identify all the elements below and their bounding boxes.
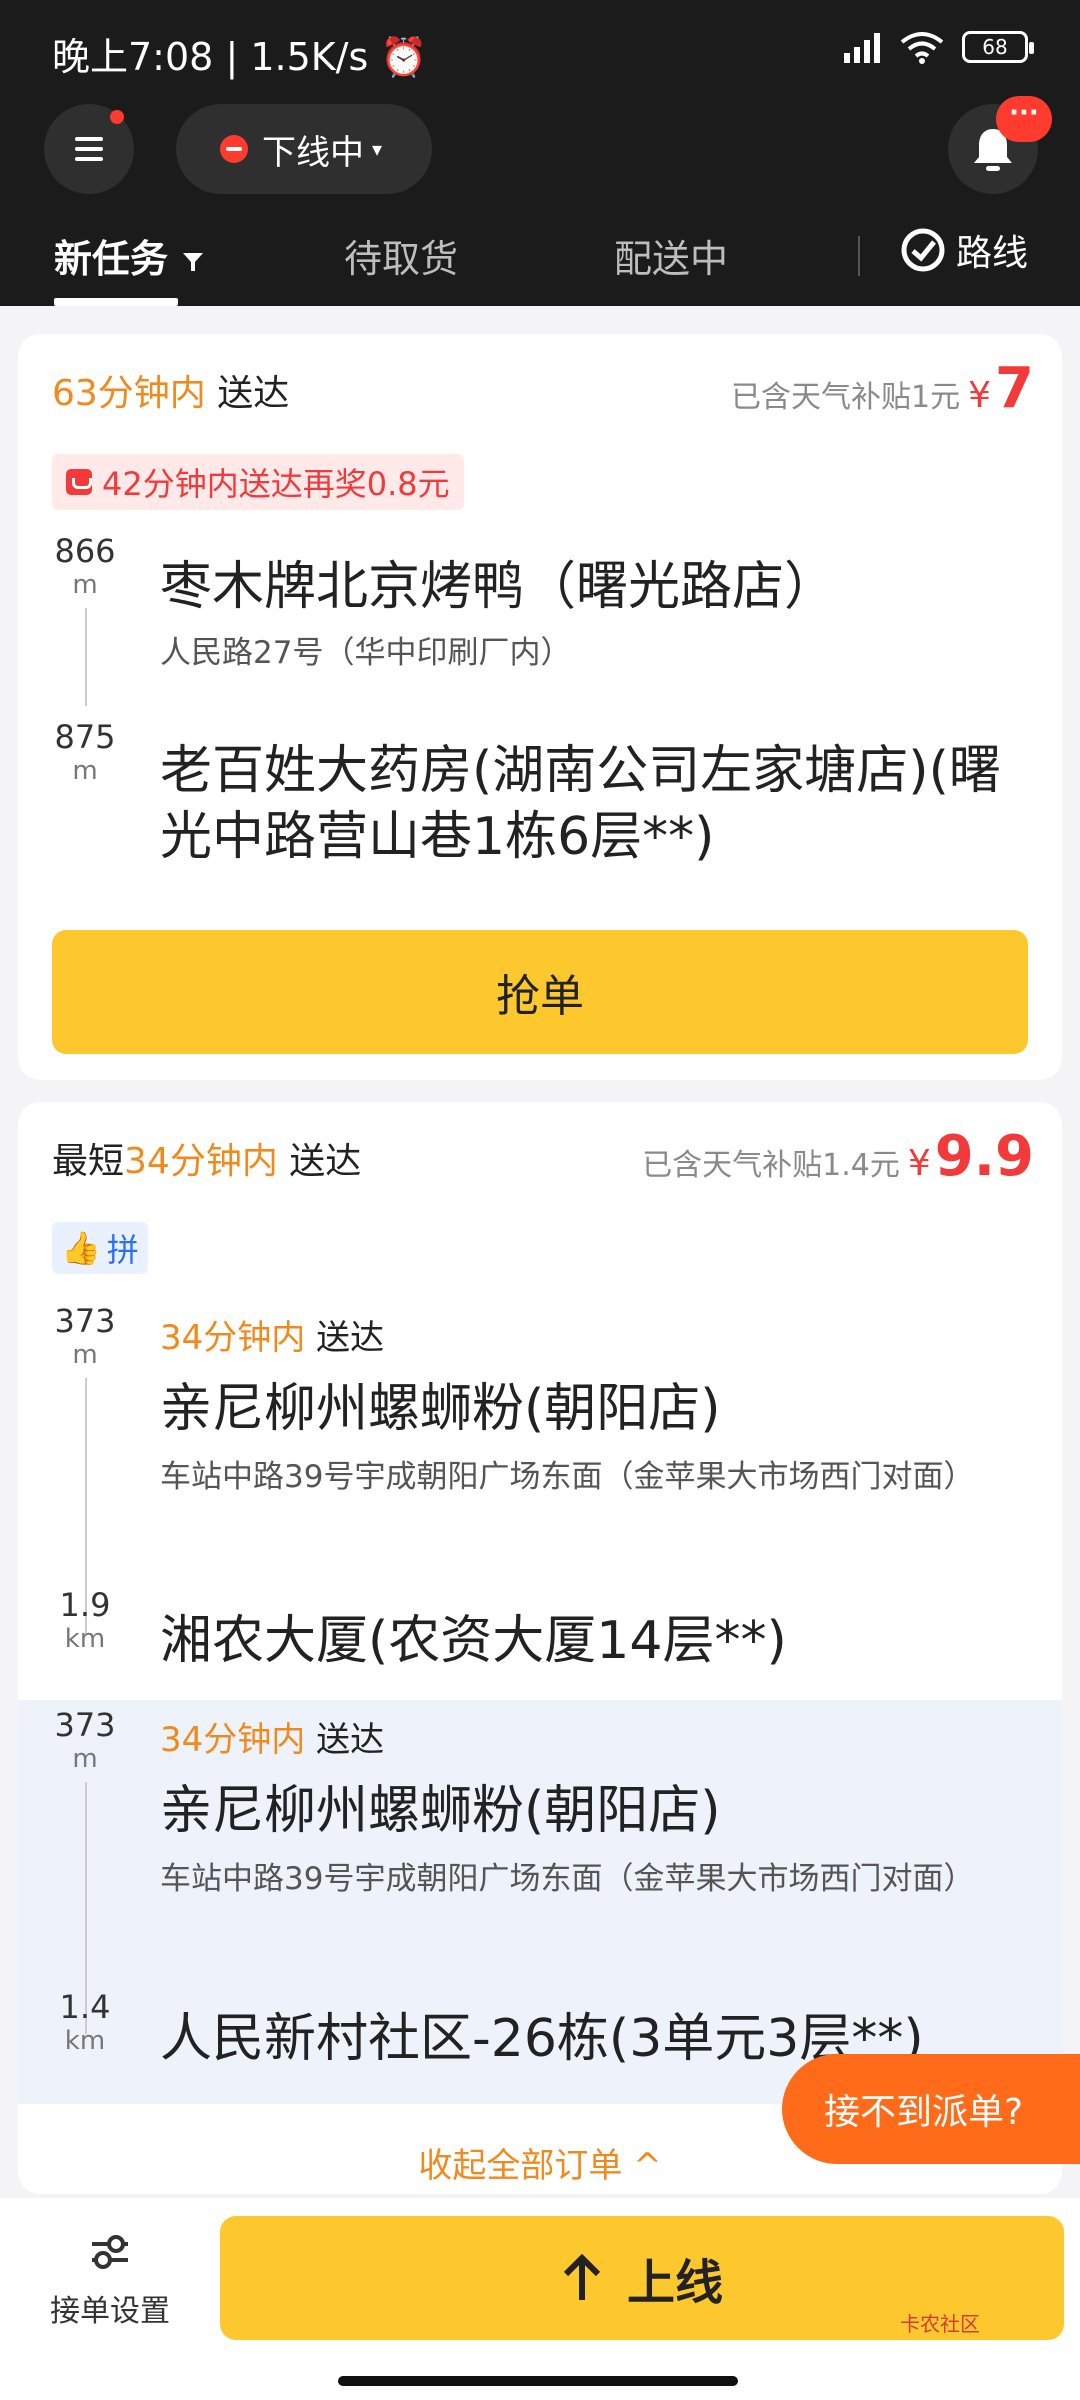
top-bar: 下线中 ▾ ··· xyxy=(0,96,1080,200)
subsidy-note: 已含天气补贴1.4元 xyxy=(642,1148,900,1183)
no-dispatch-help-button[interactable]: 接不到派单? xyxy=(782,2054,1080,2164)
menu-icon xyxy=(75,131,103,167)
notification-badge: ··· xyxy=(996,96,1052,142)
order-price: 已含天气补贴1.4元 ¥ 9.9 xyxy=(642,1124,1034,1189)
pickup-address: 车站中路39号宇成朝阳广场东面（金苹果大市场西门对面） xyxy=(160,1861,975,1897)
dropoff-distance: 875 m xyxy=(54,718,116,786)
tab-awaiting-pickup[interactable]: 待取货 xyxy=(344,228,458,283)
price-value: 7 xyxy=(995,356,1034,421)
delivery-time: 63分钟内 送达 xyxy=(52,373,290,414)
combo-order-card[interactable]: 最短34分钟内 送达 已含天气补贴1.4元 ¥ 9.9 👍 拼 373 m 34… xyxy=(18,1102,1062,2194)
pickup-distance: 373 m xyxy=(54,1302,116,1370)
dropoff-distance: 1.9 km xyxy=(59,1586,111,1654)
arrow-up-icon xyxy=(563,2254,601,2300)
status-bar: 晚上7:08 | 1.5K/s ⏰ 68 xyxy=(0,0,1080,100)
dropoff-distance: 1.4 km xyxy=(59,1988,111,2056)
subsidy-note: 已含天气补贴1元 xyxy=(731,380,961,415)
pickup-address: 人民路27号（华中印刷厂内） xyxy=(160,635,572,671)
caret-down-icon: ▾ xyxy=(372,137,383,161)
alarm-icon: ⏰ xyxy=(380,35,428,79)
price-value: 9.9 xyxy=(934,1124,1034,1189)
notification-dot xyxy=(110,110,124,124)
watermark-logo: 卡农社区 xyxy=(900,2312,980,2336)
grab-order-button[interactable]: 抢单 xyxy=(52,930,1028,1054)
red-envelope-icon xyxy=(66,469,92,495)
status-time: 晚上7:08 | 1.5K/s ⏰ xyxy=(52,35,428,79)
route-icon xyxy=(901,228,945,272)
pickup-store-name: 亲尼柳州螺蛳粉(朝阳店) xyxy=(160,1379,721,1439)
task-tabs: 新任务 待取货 配送中 路线 xyxy=(0,214,1080,306)
sub-delivery-time: 34分钟内 送达 xyxy=(160,1318,385,1358)
active-tab-indicator xyxy=(54,298,178,306)
pickup-distance: 373 m xyxy=(54,1706,116,1774)
pickup-store-name: 亲尼柳州螺蛳粉(朝阳店) xyxy=(160,1781,721,1841)
sub-delivery-time: 34分钟内 送达 xyxy=(160,1720,385,1760)
delivery-time: 最短34分钟内 送达 xyxy=(52,1141,362,1182)
network-speed: 1.5K/s xyxy=(250,35,369,79)
reward-tag: 42分钟内送达再奖0.8元 xyxy=(52,454,464,510)
status-icons: 68 xyxy=(842,30,1034,64)
combo-tag: 👍 拼 xyxy=(52,1222,148,1274)
state-label: 下线中 xyxy=(262,132,364,173)
clock-text: 晚上7:08 xyxy=(52,35,214,79)
home-indicator[interactable] xyxy=(338,2376,738,2386)
tab-new-tasks[interactable]: 新任务 xyxy=(54,228,205,283)
pickup-address: 车站中路39号宇成朝阳广场东面（金苹果大市场西门对面） xyxy=(160,1459,975,1495)
pickup-distance: 866 m xyxy=(54,532,116,600)
sub-order-block[interactable]: 373 m 34分钟内 送达 亲尼柳州螺蛳粉(朝阳店) 车站中路39号宇成朝阳广… xyxy=(18,1700,1062,2104)
route-line xyxy=(85,608,87,706)
filter-icon xyxy=(183,252,204,271)
order-price: 已含天气补贴1元 ¥ 7 xyxy=(731,356,1034,421)
route-button[interactable]: 路线 xyxy=(900,224,1028,276)
tab-delivering[interactable]: 配送中 xyxy=(614,228,728,283)
online-state-dropdown[interactable]: 下线中 ▾ xyxy=(176,104,432,194)
menu-button[interactable] xyxy=(44,104,134,194)
bottom-bar: 接单设置 上线 卡农社区 xyxy=(0,2198,1080,2400)
wifi-icon xyxy=(900,32,944,64)
thumbs-up-icon: 👍 xyxy=(61,1229,101,1267)
settings-sliders-icon xyxy=(92,2235,128,2269)
offline-icon xyxy=(220,135,248,163)
battery-icon: 68 xyxy=(962,31,1034,63)
app-header: 晚上7:08 | 1.5K/s ⏰ 68 下线中 ▾ ··· 新任务 待取货 配… xyxy=(0,0,1080,306)
pickup-store-name: 枣木牌北京烤鸭（曙光路店） xyxy=(160,557,837,617)
dropoff-name: 老百姓大药房(湖南公司左家塘店)(曙光中路营山巷1栋6层**) xyxy=(160,741,1001,867)
order-card[interactable]: 63分钟内 送达 已含天气补贴1元 ¥ 7 42分钟内送达再奖0.8元 866 … xyxy=(18,334,1062,1080)
tab-divider xyxy=(858,236,860,276)
dropoff-name: 湘农大厦(农资大厦14层**) xyxy=(160,1611,787,1671)
signal-icon xyxy=(844,33,880,63)
order-settings-button[interactable]: 接单设置 xyxy=(44,2232,176,2330)
